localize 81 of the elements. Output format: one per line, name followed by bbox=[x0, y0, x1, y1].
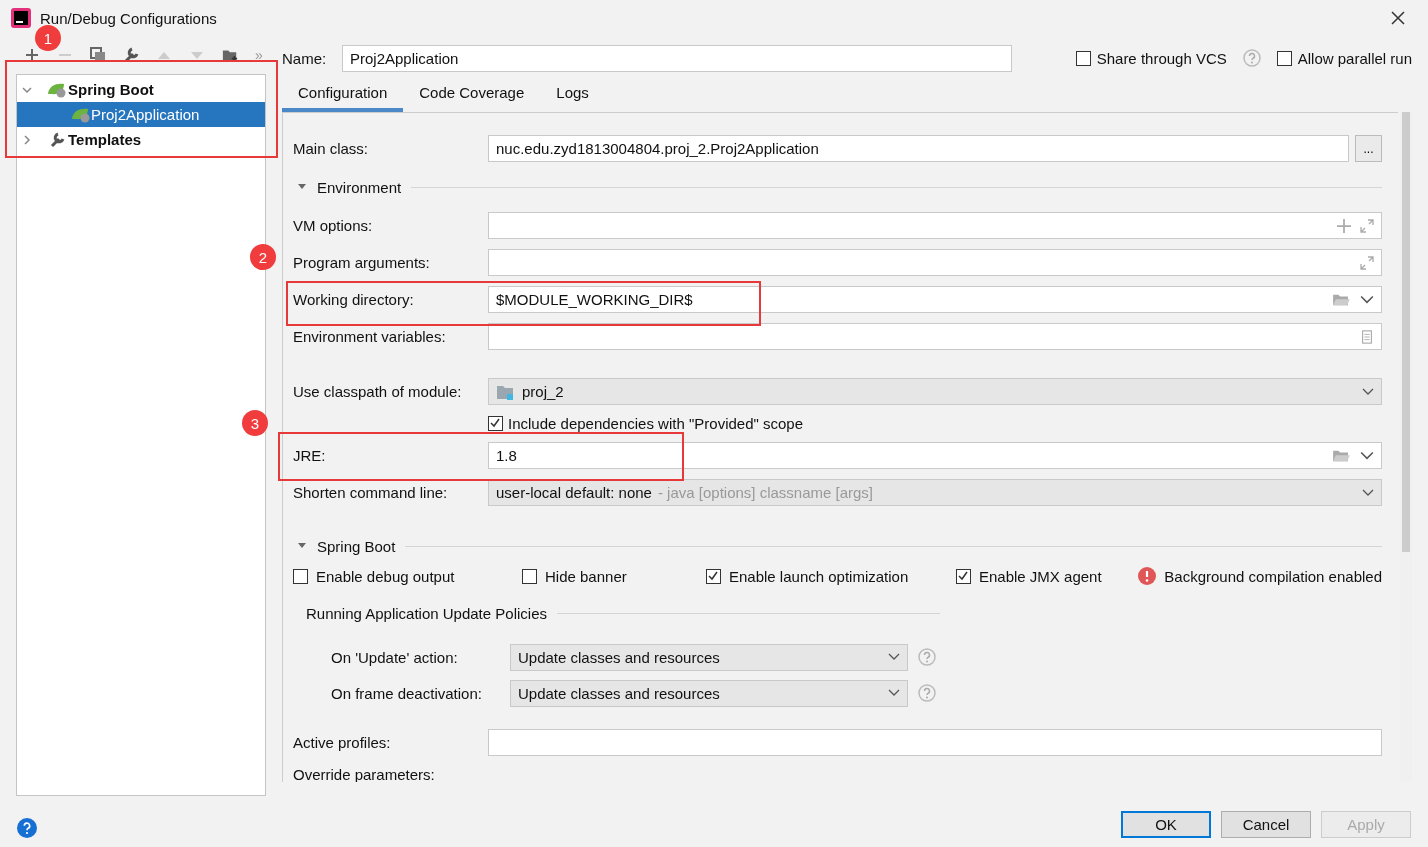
expand-icon[interactable] bbox=[1360, 218, 1374, 233]
document-icon[interactable] bbox=[1360, 329, 1374, 344]
section-title: Environment bbox=[317, 178, 402, 196]
checkbox-label: Hide banner bbox=[545, 567, 627, 585]
folder-icon[interactable] bbox=[1331, 292, 1351, 307]
checkbox-label: Include dependencies with "Provided" scope bbox=[508, 415, 803, 432]
checkbox-label: Allow parallel run bbox=[1297, 49, 1412, 67]
main-class-field[interactable]: nuc.edu.zyd1813004804.proj_2.Proj2Application bbox=[488, 135, 1349, 162]
field-label: VM options: bbox=[293, 217, 374, 234]
field-label: Program arguments: bbox=[293, 254, 431, 271]
expand-icon[interactable] bbox=[1360, 255, 1374, 270]
tab[interactable]: Configuration bbox=[282, 78, 404, 112]
help-icon[interactable] bbox=[17, 818, 37, 838]
checkbox-label: Enable JMX agent bbox=[979, 567, 1102, 585]
checkbox[interactable] bbox=[293, 568, 308, 584]
caret-icon bbox=[1362, 387, 1374, 396]
dropdown[interactable]: user-local default: none - java [options] classname [args] bbox=[488, 479, 1382, 506]
add-icon[interactable] bbox=[1337, 218, 1351, 233]
dialog-button[interactable]: OK bbox=[1121, 810, 1211, 838]
tab[interactable]: Logs bbox=[540, 78, 605, 112]
copy-icon[interactable] bbox=[90, 47, 106, 63]
window-title: Run/Debug Configurations bbox=[40, 9, 217, 27]
field-label: Override parameters: bbox=[293, 764, 436, 782]
chevron-down-icon[interactable] bbox=[22, 84, 32, 95]
input-field[interactable] bbox=[488, 249, 1382, 276]
warning-text: Background compilation enabled bbox=[1164, 567, 1382, 585]
tree-item[interactable]: Spring Boot bbox=[17, 77, 265, 102]
folder-icon[interactable] bbox=[1331, 448, 1351, 463]
step-marker: 2 bbox=[250, 244, 276, 270]
checkbox[interactable] bbox=[522, 568, 537, 584]
caret-icon bbox=[888, 689, 900, 697]
field-label: JRE: bbox=[293, 447, 327, 464]
chevron-right-icon[interactable] bbox=[22, 134, 32, 145]
app-logo-icon bbox=[11, 8, 31, 28]
error-icon bbox=[1138, 567, 1157, 585]
input-field[interactable]: $MODULE_WORKING_DIR$ bbox=[488, 286, 1382, 313]
input-field[interactable] bbox=[488, 212, 1382, 239]
dropdown[interactable]: proj_2 bbox=[488, 378, 1382, 405]
checkbox-label: Share through VCS bbox=[1096, 49, 1227, 67]
step-marker: 1 bbox=[35, 25, 61, 51]
close-icon[interactable] bbox=[1391, 11, 1405, 25]
name-field[interactable]: Proj2Application bbox=[342, 44, 1012, 72]
add-icon[interactable] bbox=[24, 47, 40, 63]
field-label: Use classpath of module: bbox=[293, 383, 463, 400]
caret-icon bbox=[888, 653, 900, 661]
checkbox[interactable] bbox=[488, 416, 503, 431]
field-label: Shorten command line: bbox=[293, 484, 449, 501]
dialog-button[interactable]: Cancel bbox=[1221, 810, 1311, 838]
field-label: On 'Update' action: bbox=[331, 648, 459, 666]
checkbox[interactable] bbox=[1276, 50, 1292, 66]
hint-text: - java [options] classname [args] bbox=[657, 484, 874, 501]
field-label: Environment variables: bbox=[293, 328, 447, 345]
field-label: Main class: bbox=[293, 140, 370, 157]
field-label: On frame deactivation: bbox=[331, 684, 483, 702]
field-label: Working directory: bbox=[293, 291, 415, 308]
checkbox-label: Enable debug output bbox=[316, 567, 455, 585]
leaf-icon bbox=[71, 106, 91, 123]
tree-label: Templates bbox=[68, 131, 142, 148]
tree-label: Proj2Application bbox=[91, 106, 200, 123]
tree-item[interactable]: Proj2Application bbox=[17, 102, 265, 127]
tree-item[interactable]: Templates bbox=[17, 127, 265, 152]
checkbox[interactable] bbox=[956, 568, 971, 584]
name-label: Name: bbox=[282, 49, 328, 67]
tree-label: Spring Boot bbox=[68, 81, 154, 98]
field-label: Active profiles: bbox=[293, 734, 392, 751]
caret-icon bbox=[1362, 488, 1374, 497]
checkbox[interactable] bbox=[1075, 50, 1091, 66]
browse-button[interactable]: ... bbox=[1355, 135, 1382, 162]
section-title: Spring Boot bbox=[317, 537, 396, 555]
checkbox-label: Enable launch optimization bbox=[729, 567, 909, 585]
checkbox[interactable] bbox=[706, 568, 721, 584]
dropdown[interactable]: Update classes and resources bbox=[510, 679, 908, 707]
input-field[interactable]: 1.8 bbox=[488, 442, 1382, 469]
input-field[interactable] bbox=[488, 323, 1382, 350]
tab[interactable]: Code Coverage bbox=[403, 78, 541, 112]
group-title: Running Application Update Policies bbox=[306, 604, 547, 622]
module-icon bbox=[496, 383, 514, 400]
leaf-icon bbox=[47, 81, 67, 98]
dropdown[interactable]: Update classes and resources bbox=[510, 643, 908, 671]
wrench-icon[interactable] bbox=[123, 47, 139, 63]
input-field[interactable] bbox=[488, 729, 1382, 756]
